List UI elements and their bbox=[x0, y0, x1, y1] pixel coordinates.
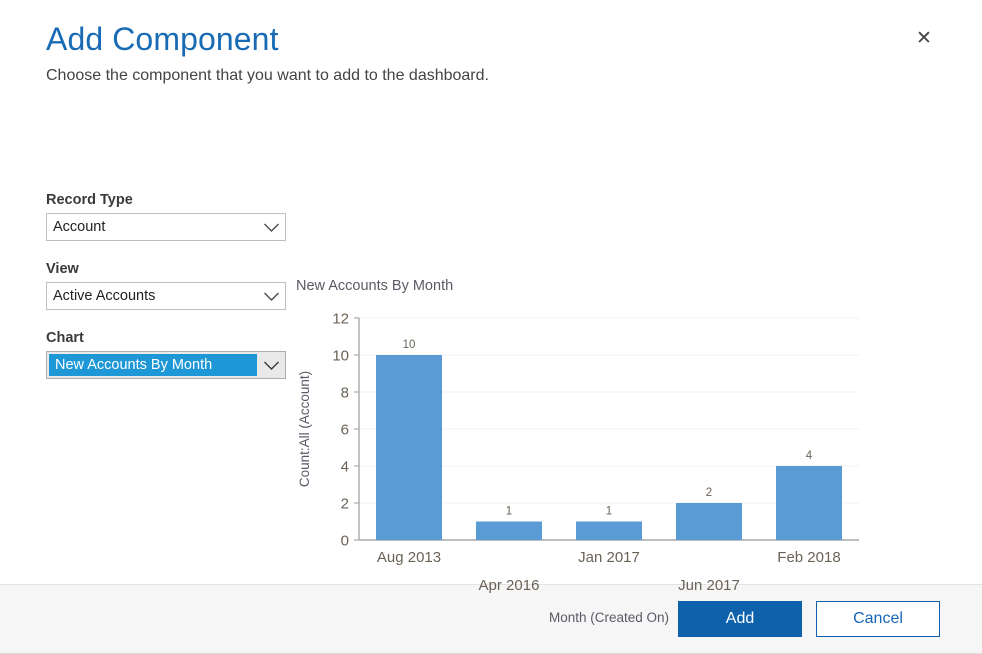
x-tick-label: Apr 2016 bbox=[479, 577, 540, 594]
chart-label: Chart bbox=[46, 329, 291, 347]
x-tick-label: Aug 2013 bbox=[377, 549, 441, 566]
view-label: View bbox=[46, 260, 291, 278]
bar[interactable] bbox=[476, 522, 542, 541]
add-component-dialog: Add Component Choose the component that … bbox=[0, 0, 982, 654]
bar-chart: 0 2 4 6 8 10 12 10 Aug 2013 1 Apr 2016 1 Jan 2017 2 Ju… bbox=[291, 300, 891, 640]
bar-value-label: 10 bbox=[403, 339, 416, 351]
y-axis-title: Count:All (Account) bbox=[297, 371, 312, 487]
component-form: Record Type Account View Active Accounts bbox=[46, 88, 291, 584]
chevron-down-icon bbox=[257, 222, 285, 233]
y-tick-label: 8 bbox=[341, 385, 349, 402]
chart-value: New Accounts By Month bbox=[49, 354, 257, 376]
chart-preview: New Accounts By Month 02468101210Aug 201… bbox=[291, 88, 936, 584]
bar-value-label: 1 bbox=[606, 506, 612, 518]
bar[interactable] bbox=[676, 503, 742, 540]
chevron-down-icon bbox=[257, 360, 285, 371]
dialog-header: Add Component Choose the component that … bbox=[0, 0, 982, 88]
bar[interactable] bbox=[776, 466, 842, 540]
record-type-label: Record Type bbox=[46, 191, 291, 209]
record-type-select[interactable]: Account bbox=[46, 213, 286, 241]
view-select[interactable]: Active Accounts bbox=[46, 282, 286, 310]
page-title: Add Component bbox=[46, 18, 936, 60]
y-tick-label: 6 bbox=[341, 422, 349, 439]
bar-value-label: 1 bbox=[506, 506, 512, 518]
close-icon[interactable]: ✕ bbox=[908, 22, 940, 54]
y-tick-label: 0 bbox=[341, 533, 349, 550]
y-tick-label: 4 bbox=[341, 459, 349, 476]
dialog-subtitle: Choose the component that you want to ad… bbox=[46, 64, 936, 88]
chart-select[interactable]: New Accounts By Month bbox=[46, 351, 286, 379]
x-tick-label: Jun 2017 bbox=[678, 577, 740, 594]
bar[interactable] bbox=[376, 355, 442, 540]
x-axis-title: Month (Created On) bbox=[549, 610, 669, 625]
bar-value-label: 2 bbox=[706, 487, 712, 499]
dialog-body: Record Type Account View Active Accounts bbox=[0, 88, 982, 584]
x-tick-label: Jan 2017 bbox=[578, 549, 640, 566]
chart-title: New Accounts By Month bbox=[296, 278, 453, 294]
chart-container: New Accounts By Month 02468101210Aug 201… bbox=[291, 88, 891, 448]
x-tick-label: Feb 2018 bbox=[777, 549, 840, 566]
bar-value-label: 4 bbox=[806, 450, 813, 462]
view-value: Active Accounts bbox=[47, 283, 257, 309]
chevron-down-icon bbox=[257, 291, 285, 302]
y-tick-label: 12 bbox=[332, 311, 349, 328]
y-tick-label: 10 bbox=[332, 348, 349, 365]
record-type-value: Account bbox=[47, 214, 257, 240]
bar[interactable] bbox=[576, 522, 642, 541]
y-tick-label: 2 bbox=[341, 496, 349, 513]
